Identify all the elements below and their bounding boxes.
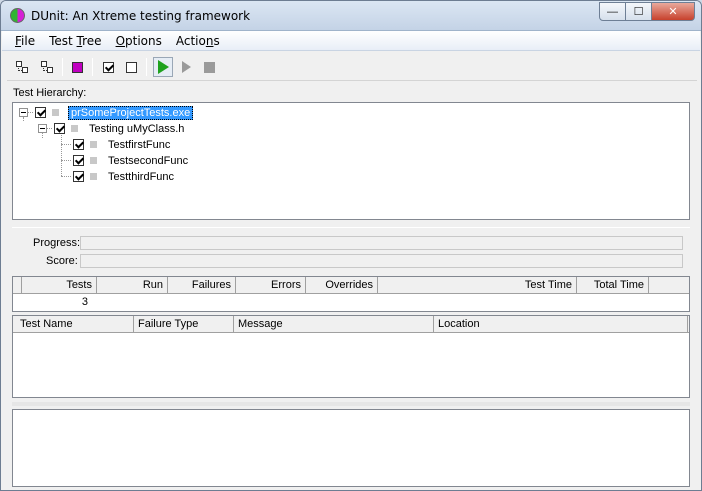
uncheck-icon xyxy=(125,61,137,73)
col-overrides[interactable]: Overrides xyxy=(306,277,378,294)
col-failure-type[interactable]: Failure Type xyxy=(134,316,234,333)
close-button[interactable]: ✕ xyxy=(651,2,695,21)
tree-node-test[interactable]: TestsecondFunc xyxy=(73,153,190,168)
failure-header-row: Test Name Failure Type Message Location xyxy=(13,316,689,333)
select-failed-icon xyxy=(71,61,83,73)
splitter[interactable] xyxy=(12,402,690,406)
run-icon xyxy=(157,60,169,74)
tree-node-label: prSomeProjectTests.exe xyxy=(68,105,194,120)
col-errors[interactable]: Errors xyxy=(236,277,306,294)
col-tests[interactable]: Tests xyxy=(22,277,97,294)
error-detail-panel[interactable] xyxy=(12,409,690,487)
progress-bar xyxy=(80,236,683,250)
title-bar[interactable]: DUnit: An Xtreme testing framework — ☐ ✕ xyxy=(1,1,701,31)
score-bar xyxy=(80,254,683,268)
test-hierarchy-label: Test Hierarchy: xyxy=(13,87,87,99)
app-window: DUnit: An Xtreme testing framework — ☐ ✕… xyxy=(0,0,702,491)
tree-node-label: TestfirstFunc xyxy=(108,138,171,151)
failure-list[interactable]: Test Name Failure Type Message Location xyxy=(12,315,690,398)
uncheck-button[interactable] xyxy=(122,58,140,76)
select-all-icon xyxy=(15,60,29,74)
col-message[interactable]: Message xyxy=(234,316,434,333)
stats-value-row: 3 xyxy=(13,294,92,310)
tree-node-label: TestthirdFunc xyxy=(108,170,175,183)
run-selected-button[interactable] xyxy=(177,58,195,76)
stop-icon xyxy=(203,61,215,73)
tests-count: 3 xyxy=(81,296,88,308)
select-all-button[interactable] xyxy=(13,58,31,76)
col-total-time[interactable]: Total Time xyxy=(577,277,649,294)
menu-actions[interactable]: Actions xyxy=(169,34,227,48)
col-failures[interactable]: Failures xyxy=(168,277,236,294)
node-checkbox[interactable] xyxy=(54,123,65,134)
tree-node-label: Testing uMyClass.h xyxy=(89,122,185,135)
deselect-all-icon xyxy=(40,60,54,74)
menu-options[interactable]: Options xyxy=(109,34,169,48)
run-selected-icon xyxy=(181,61,191,73)
menu-file[interactable]: File xyxy=(8,34,42,48)
tree-node-suite[interactable]: Testing uMyClass.h xyxy=(54,121,186,136)
node-status-icon xyxy=(90,141,97,148)
node-checkbox[interactable] xyxy=(73,155,84,166)
collapse-suite-expander[interactable] xyxy=(38,124,47,133)
deselect-all-button[interactable] xyxy=(38,58,56,76)
toolbar xyxy=(7,55,697,81)
tree-node-test[interactable]: TestfirstFunc xyxy=(73,137,172,152)
window-title: DUnit: An Xtreme testing framework xyxy=(31,9,251,23)
dunit-logo-icon xyxy=(10,8,25,23)
minimize-button[interactable]: — xyxy=(599,2,626,21)
stats-header-row: Tests Run Failures Errors Overrides Test… xyxy=(13,277,689,294)
select-failed-button[interactable] xyxy=(68,58,86,76)
caption-buttons: — ☐ ✕ xyxy=(599,2,695,21)
menu-test-tree[interactable]: Test Tree xyxy=(42,34,108,48)
stats-grid: Tests Run Failures Errors Overrides Test… xyxy=(12,276,690,312)
tree-node-label: TestsecondFunc xyxy=(108,154,189,167)
tree-node-project[interactable]: prSomeProjectTests.exe xyxy=(35,105,194,120)
splitter[interactable] xyxy=(12,227,690,228)
maximize-button[interactable]: ☐ xyxy=(625,2,652,21)
node-status-icon xyxy=(90,173,97,180)
check-icon xyxy=(102,61,114,73)
score-label: Score: xyxy=(46,255,78,267)
node-status-icon xyxy=(90,157,97,164)
col-run[interactable]: Run xyxy=(97,277,168,294)
node-status-icon xyxy=(71,125,78,132)
node-checkbox[interactable] xyxy=(73,139,84,150)
maximize-icon: ☐ xyxy=(633,6,644,18)
menu-bar: File Test Tree Options Actions xyxy=(2,31,700,51)
node-checkbox[interactable] xyxy=(35,107,46,118)
stop-button[interactable] xyxy=(200,58,218,76)
tree-node-test[interactable]: TestthirdFunc xyxy=(73,169,176,184)
run-button[interactable] xyxy=(153,57,173,77)
collapse-root-expander[interactable] xyxy=(19,108,28,117)
check-button[interactable] xyxy=(99,58,117,76)
minimize-icon: — xyxy=(607,5,618,18)
col-test-name[interactable]: Test Name xyxy=(13,316,134,333)
col-location[interactable]: Location xyxy=(434,316,688,333)
node-checkbox[interactable] xyxy=(73,171,84,182)
node-status-icon xyxy=(52,109,59,116)
test-tree[interactable]: prSomeProjectTests.exe Testing uMyClass.… xyxy=(12,102,690,220)
col-test-time[interactable]: Test Time xyxy=(378,277,577,294)
close-icon: ✕ xyxy=(668,6,678,18)
progress-label: Progress: xyxy=(33,237,81,249)
